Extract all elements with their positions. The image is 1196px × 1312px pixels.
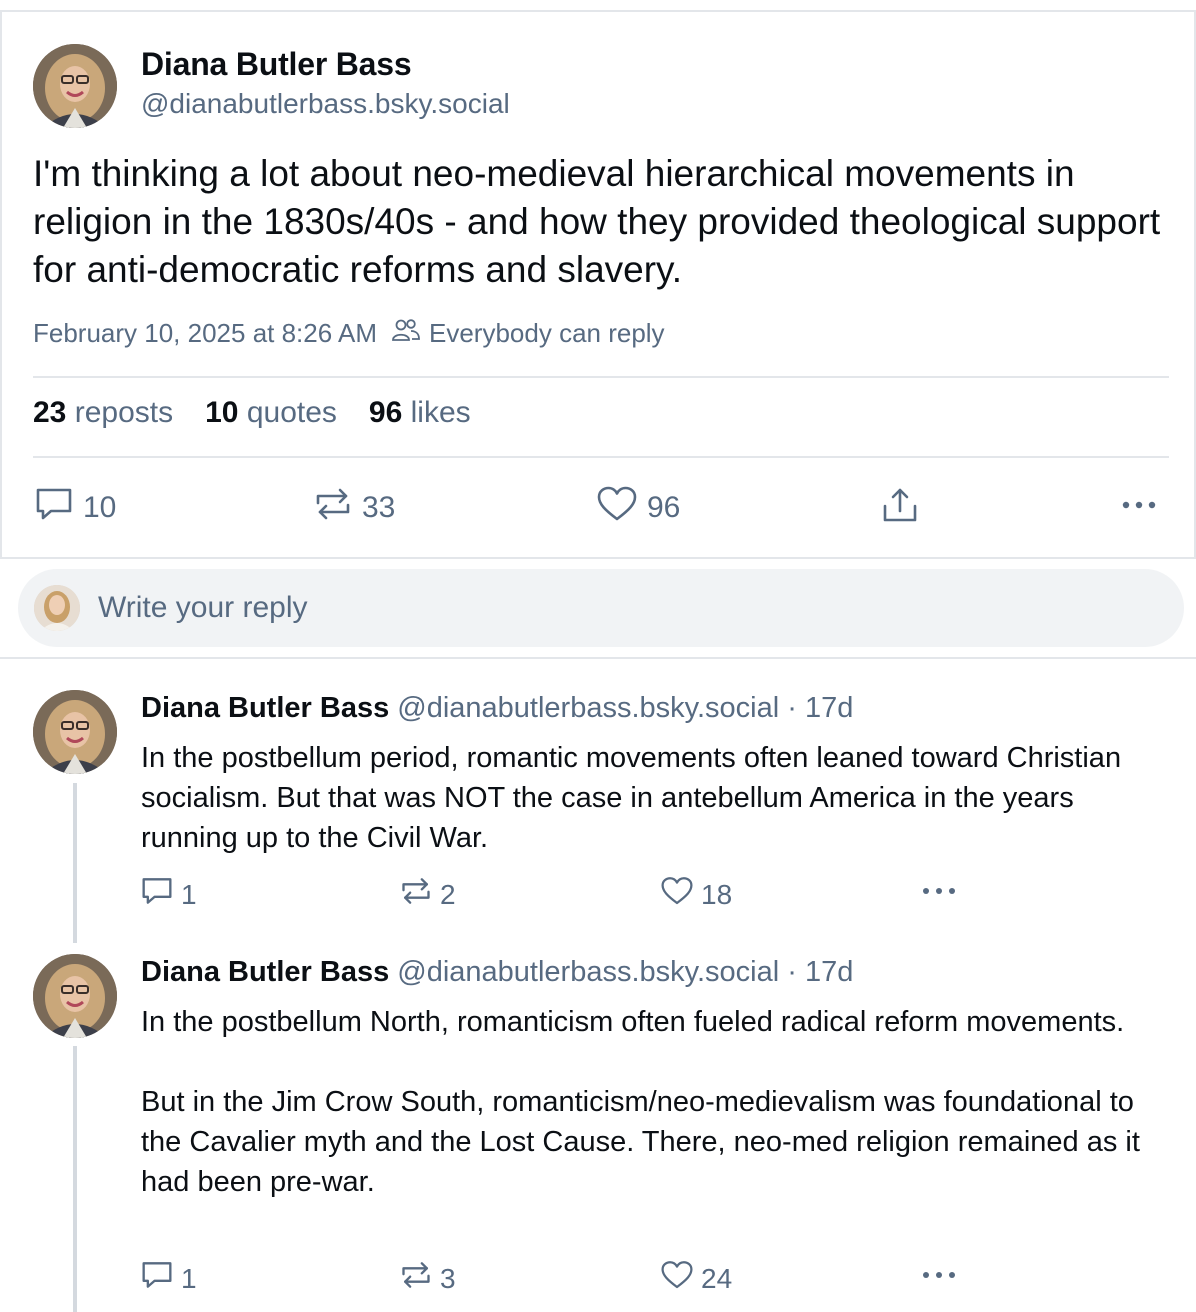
post-age[interactable]: · 17d [787,692,853,724]
author-avatar[interactable] [33,690,117,774]
reply-paragraph: In the postbellum North, romanticism oft… [141,1006,1125,1038]
post-text: I'm thinking a lot about neo-medieval hi… [33,153,1161,290]
repost-icon [400,1260,432,1297]
repost-count: 33 [362,491,396,524]
reply-count: 1 [181,1262,197,1294]
current-user-avatar [34,585,80,631]
repost-button[interactable]: 3 [400,1260,456,1297]
more-options-button[interactable] [920,1262,958,1295]
reply-setting-label: Everybody can reply [429,318,665,348]
reply-button[interactable]: 1 [141,1260,197,1297]
ellipsis-icon [920,1262,958,1295]
reply-text: In the postbellum period, romantic movem… [141,738,1151,858]
reply-count: 10 [83,491,117,524]
like-button[interactable]: 18 [661,876,732,913]
reply-icon [141,1260,173,1297]
post-meta: February 10, 2025 at 8:26 AM Everybody c… [33,318,665,349]
reply-header: Diana Butler Bass @dianabutlerbass.bsky.… [141,692,853,725]
reply-text: In the postbellum North, romanticism oft… [141,1002,1151,1202]
share-icon [881,486,919,532]
author-name[interactable]: Diana Butler Bass [141,46,412,83]
heart-icon [661,876,693,913]
author-name[interactable]: Diana Butler Bass [141,692,389,724]
more-options-button[interactable] [920,878,958,911]
author-avatar[interactable] [33,44,117,128]
reply-placeholder: Write your reply [98,591,308,624]
repost-count: 2 [440,878,456,910]
author-handle[interactable]: @dianabutlerbass.bsky.social [141,88,510,120]
share-button[interactable] [881,486,919,532]
people-icon [391,318,421,349]
repost-button[interactable]: 33 [314,486,395,530]
likes-stat[interactable]: 96 likes [369,396,471,430]
reply-paragraph: In the postbellum period, romantic movem… [141,742,1122,854]
heart-icon [597,486,637,530]
reply-header: Diana Butler Bass @dianabutlerbass.bsky.… [141,956,853,989]
reply-paragraph: But in the Jim Crow South, romanticism/n… [141,1086,1140,1198]
repost-icon [400,876,432,913]
repost-button[interactable]: 2 [400,876,456,913]
post-timestamp[interactable]: February 10, 2025 at 8:26 AM [33,318,377,349]
reply-composer[interactable]: Write your reply [18,569,1184,647]
more-options-button[interactable] [1120,490,1158,528]
ellipsis-icon [920,878,958,911]
divider [33,456,1169,458]
quotes-stat[interactable]: 10 quotes [205,396,337,430]
author-handle[interactable]: @dianabutlerbass.bsky.social [397,692,779,724]
like-button[interactable]: 24 [661,1260,732,1297]
reply-button[interactable]: 1 [141,876,197,913]
divider [33,376,1169,378]
post-age[interactable]: · 17d [787,956,853,988]
card-left-border [0,10,2,558]
ellipsis-icon [1120,490,1158,528]
card-top-border [0,10,1196,12]
reply-count: 1 [181,878,197,910]
engagement-stats: 23 reposts 10 quotes 96 likes [33,396,471,430]
thread-line [73,783,77,943]
divider [0,657,1196,659]
like-count: 24 [701,1262,733,1294]
author-avatar[interactable] [33,954,117,1038]
repost-icon [314,486,352,530]
heart-icon [661,1260,693,1297]
like-button[interactable]: 96 [597,486,680,530]
like-count: 96 [647,491,681,524]
divider [0,557,1196,559]
reply-button[interactable]: 10 [35,486,116,530]
reposts-stat[interactable]: 23 reposts [33,396,173,430]
reply-setting[interactable]: Everybody can reply [391,318,665,349]
author-name[interactable]: Diana Butler Bass [141,956,389,988]
like-count: 18 [701,878,733,910]
repost-count: 3 [440,1262,456,1294]
author-handle[interactable]: @dianabutlerbass.bsky.social [397,956,779,988]
thread-line [73,1046,77,1312]
reply-icon [141,876,173,913]
reply-icon [35,486,73,530]
